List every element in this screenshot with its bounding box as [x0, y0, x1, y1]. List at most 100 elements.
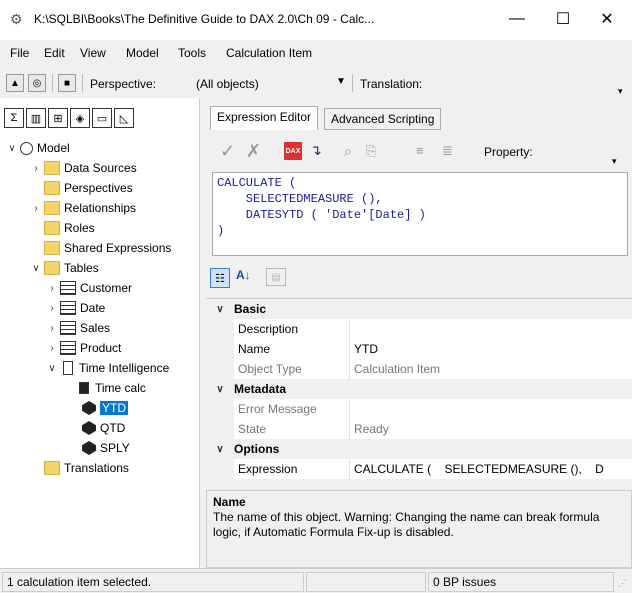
menu-calculation-item[interactable]: Calculation Item [226, 46, 312, 60]
model-icon [20, 141, 33, 155]
column-icon [79, 382, 89, 394]
property-row-expression[interactable]: Expression CALCULATE ( SELECTEDMEASURE ()… [206, 459, 632, 479]
chevron-down-icon[interactable]: ∨ [46, 363, 58, 374]
overflow-icon[interactable]: ▾ [612, 156, 617, 167]
tree-label: SPLY [100, 441, 130, 455]
format-icon[interactable]: ↴ [310, 142, 322, 159]
tree-item-qtd[interactable]: QTD [80, 418, 125, 438]
toolbar-separator [52, 74, 53, 92]
perspective-select[interactable]: (All objects) [196, 77, 346, 91]
tree-label: YTD [100, 401, 128, 415]
property-row-error-message[interactable]: Error Message [206, 399, 632, 419]
filter-icon[interactable]: ◺ [114, 108, 134, 128]
folder-open-icon [44, 261, 60, 275]
table-icon [60, 341, 76, 355]
tree-item-sales[interactable]: › Sales [46, 318, 110, 338]
cube-icon[interactable]: ◈ [70, 108, 90, 128]
tree-item-model[interactable]: ∨ Model [6, 138, 69, 158]
property-name: Error Message [206, 399, 350, 419]
category-basic[interactable]: ∨ Basic [206, 299, 632, 319]
property-value[interactable]: CALCULATE ( SELECTEDMEASURE (), D [350, 462, 604, 476]
chevron-down-icon[interactable]: ∨ [206, 444, 234, 455]
property-value[interactable]: YTD [350, 342, 378, 356]
chevron-right-icon[interactable]: › [46, 283, 58, 294]
minimize-button[interactable]: — [494, 0, 540, 38]
dax-format-icon[interactable]: DAX [284, 142, 302, 160]
chevron-down-icon[interactable]: ▼ [336, 76, 346, 87]
chevron-down-icon[interactable]: ∨ [6, 143, 18, 154]
status-selection: 1 calculation item selected. [2, 572, 304, 592]
toolbar-separator [352, 74, 353, 92]
chevron-right-icon[interactable]: › [46, 343, 58, 354]
comment-icon[interactable]: ≡ [416, 143, 424, 158]
tree-item-product[interactable]: › Product [46, 338, 121, 358]
tab-expression-editor[interactable]: Expression Editor [210, 106, 319, 130]
property-row-name[interactable]: Name YTD [206, 339, 632, 359]
code-line: SELECTEDMEASURE (), [217, 192, 383, 206]
chevron-right-icon[interactable]: › [46, 323, 58, 334]
tree-item-translations[interactable]: Translations [42, 458, 129, 478]
sort-alphabetical-icon[interactable]: A↓ [236, 268, 251, 282]
cancel-icon[interactable]: ✗ [246, 141, 261, 162]
tree-item-sply[interactable]: SPLY [80, 438, 130, 458]
tree-item-ytd[interactable]: YTD [80, 398, 128, 418]
tree-item-customer[interactable]: › Customer [46, 278, 132, 298]
menu-tools[interactable]: Tools [178, 46, 206, 60]
tree-item-roles[interactable]: Roles [30, 218, 95, 238]
chevron-down-icon[interactable]: ∨ [206, 384, 234, 395]
table-icon [60, 321, 76, 335]
deploy-icon[interactable]: ◎ [28, 74, 46, 92]
menu-edit[interactable]: Edit [44, 46, 65, 60]
chevron-down-icon[interactable]: ∨ [30, 263, 42, 274]
columns-icon[interactable]: ▥ [26, 108, 46, 128]
chevron-right-icon[interactable]: › [30, 163, 42, 174]
uncomment-icon[interactable]: ≣ [442, 143, 453, 159]
tree-item-data-sources[interactable]: › Data Sources [30, 158, 137, 178]
overflow-icon[interactable]: ▾ [618, 86, 623, 97]
property-row-description[interactable]: Description [206, 319, 632, 339]
tab-advanced-scripting[interactable]: Advanced Scripting [324, 108, 442, 130]
save-icon[interactable]: ■ [58, 74, 76, 92]
accept-icon[interactable]: ✓ [220, 141, 235, 162]
table-view-icon[interactable]: ▭ [92, 108, 112, 128]
menu-view[interactable]: View [80, 46, 106, 60]
tree-item-relationships[interactable]: › Relationships [30, 198, 136, 218]
property-row-object-type[interactable]: Object Type Calculation Item [206, 359, 632, 379]
replace-icon[interactable]: ⎘ [366, 143, 376, 159]
property-grid: ∨ Basic Description Name YTD Object Type Ca… [206, 298, 632, 479]
maximize-button[interactable]: ☐ [540, 0, 586, 38]
property-name: State [206, 419, 350, 439]
hierarchy-icon[interactable]: ⊞ [48, 108, 68, 128]
property-name: Description [206, 319, 350, 339]
property-name: Expression [206, 459, 350, 479]
folder-icon [44, 461, 60, 475]
open-icon[interactable]: ▲ [6, 74, 24, 92]
tree-item-tables[interactable]: ∨ Tables [30, 258, 99, 278]
sigma-icon[interactable]: Σ [4, 108, 24, 128]
category-metadata[interactable]: ∨ Metadata [206, 379, 632, 399]
chevron-right-icon[interactable]: › [30, 203, 42, 214]
close-button[interactable]: ✕ [584, 0, 630, 38]
resize-grip-icon[interactable]: ⋰ [618, 578, 627, 589]
tree-item-perspectives[interactable]: Perspectives [30, 178, 133, 198]
categorized-icon[interactable]: ☷ [210, 268, 230, 288]
tree-item-time-calc[interactable]: Time calc [74, 378, 146, 398]
calculation-item-icon [82, 401, 96, 415]
code-line: CALCULATE ( [217, 176, 297, 190]
menu-file[interactable]: File [10, 46, 29, 60]
chevron-right-icon[interactable]: › [46, 303, 58, 314]
property-row-state[interactable]: State Ready [206, 419, 632, 439]
tree-item-shared-expressions[interactable]: Shared Expressions [30, 238, 171, 258]
search-icon[interactable]: ⌕ [344, 143, 352, 160]
tree-item-time-intelligence[interactable]: ∨ Time Intelligence [46, 358, 169, 378]
folder-icon [44, 181, 60, 195]
chevron-down-icon[interactable]: ∨ [206, 304, 234, 315]
app-icon: ⚙ [10, 11, 23, 27]
expression-editor[interactable]: CALCULATE ( SELECTEDMEASURE (), DATESYTD… [212, 172, 628, 256]
category-label: Options [234, 442, 280, 456]
menu-model[interactable]: Model [126, 46, 159, 60]
category-options[interactable]: ∨ Options [206, 439, 632, 459]
property-pages-icon[interactable]: ▤ [266, 268, 286, 286]
tree-item-date[interactable]: › Date [46, 298, 105, 318]
status-bp-issues[interactable]: 0 BP issues [428, 572, 614, 592]
